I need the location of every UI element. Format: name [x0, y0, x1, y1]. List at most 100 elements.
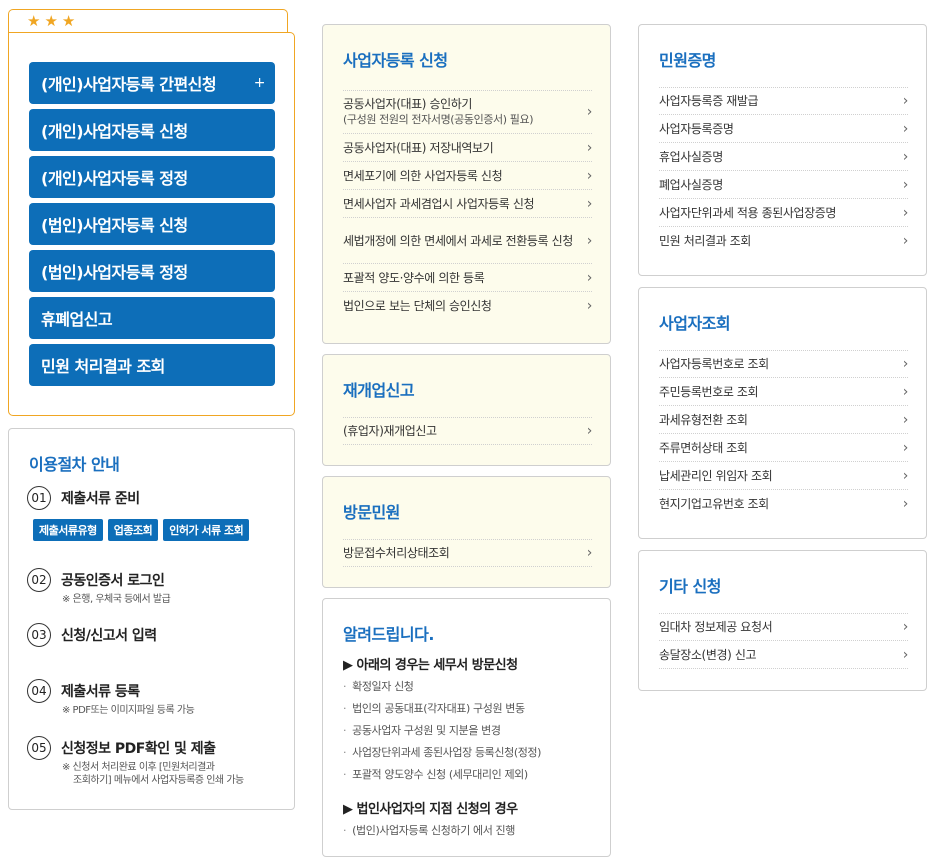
item-label: 송달장소(변경) 신고 [659, 647, 757, 662]
list-item[interactable]: 면세포기에 의한 사업자등록 신청 › [343, 162, 592, 190]
chevron-right-icon: › [586, 423, 593, 439]
item-label: 주민등록번호로 조회 [659, 384, 759, 399]
item-label: 면세사업자 과세겸업시 사업자등록 신청 [343, 196, 535, 211]
result-lookup-button[interactable]: 민원 처리결과 조회 [29, 344, 275, 386]
list-item[interactable]: 사업자등록번호로 조회 › [659, 350, 908, 378]
list-item[interactable]: (휴업자)재개업신고 › [343, 417, 592, 445]
document-type-button[interactable]: 제출서류유형 [33, 519, 103, 541]
list-item[interactable]: 민원 처리결과 조회 › [659, 227, 908, 255]
list-item[interactable]: 임대차 정보제공 요청서 › [659, 613, 908, 641]
chevron-right-icon: › [902, 204, 909, 221]
procedure-guide-panel: 이용절차 안내 01 제출서류 준비 제출서류유형 업종조회 인허가 서류 조회 … [8, 428, 295, 810]
list-item[interactable]: 폐업사실증명 › [659, 171, 908, 199]
button-label: (법인)사업자등록 정정 [41, 263, 188, 282]
simple-registration-button[interactable]: (개인)사업자등록 간편신청 + [29, 62, 275, 104]
individual-registration-button[interactable]: (개인)사업자등록 신청 [29, 109, 275, 151]
list-item[interactable]: 현지기업고유번호 조회 › [659, 490, 908, 518]
list-item[interactable]: 포괄적 양도·양수에 의한 등록 › [343, 264, 592, 292]
favorites-stars: ★ ★ ★ [27, 14, 75, 29]
chevron-right-icon: › [902, 148, 909, 165]
notice-box: 알려드립니다. ▶ 아래의 경우는 세무서 방문신청 확정일자 신청 법인의 공… [322, 598, 611, 857]
list-item[interactable]: 법인으로 보는 단체의 승인신청 › [343, 292, 592, 320]
other-title: 기타 신청 [659, 577, 721, 596]
step-3: 03 신청/신고서 입력 [27, 623, 157, 647]
visit-list: 방문접수처리상태조회 › [343, 539, 592, 567]
list-item[interactable]: 공동사업자(대표) 저장내역보기 › [343, 134, 592, 162]
chevron-right-icon: › [586, 269, 593, 286]
visit-title: 방문민원 [343, 503, 400, 522]
reopen-title: 재개업신고 [343, 381, 415, 400]
list-item[interactable]: 공동사업자(대표) 승인하기 (구성원 전원의 전자서명(공동인증서) 필요) › [343, 90, 592, 134]
corporate-registration-button[interactable]: (법인)사업자등록 신청 [29, 203, 275, 245]
plus-icon[interactable]: + [254, 75, 266, 91]
certificate-list: 사업자등록증 재발급 › 사업자등록증명 › 휴업사실증명 › 폐업사실증명 › 사업자… [659, 87, 908, 255]
favorites-list: (개인)사업자등록 간편신청 + (개인)사업자등록 신청 (개인)사업자등록 … [29, 62, 275, 391]
permit-lookup-button[interactable]: 인허가 서류 조회 [163, 519, 250, 541]
list-item[interactable]: 사업자등록증 재발급 › [659, 87, 908, 115]
list-item[interactable]: 면세사업자 과세겸업시 사업자등록 신청 › [343, 190, 592, 218]
item-label: 납세관리인 위임자 조회 [659, 468, 773, 483]
step-2: 02 공동인증서 로그인 ※ 은행, 우체국 등에서 발급 [27, 568, 171, 606]
corporate-correction-button[interactable]: (법인)사업자등록 정정 [29, 250, 275, 292]
step-number: 04 [27, 679, 51, 703]
lookup-title: 사업자조회 [659, 314, 731, 333]
item-label: 사업자등록증명 [659, 121, 734, 136]
list-item[interactable]: 과세유형전환 조회 › [659, 406, 908, 434]
favorites-tab: ★ ★ ★ [8, 9, 288, 33]
button-label: (개인)사업자등록 정정 [41, 169, 188, 188]
favorites-panel: (개인)사업자등록 간편신청 + (개인)사업자등록 신청 (개인)사업자등록 … [8, 32, 295, 416]
item-label: 사업자등록증 재발급 [659, 94, 759, 108]
step-note: ※ 신청서 처리완료 이후 [민원처리결과 [62, 762, 215, 773]
step-title: 공동인증서 로그인 [61, 573, 165, 589]
item-text: 공동사업자(대표) 승인하기 [343, 97, 473, 111]
step-title: 신청정보 PDF확인 및 제출 [61, 741, 216, 757]
visit-box: 방문민원 방문접수처리상태조회 › [322, 476, 611, 588]
button-label: 민원 처리결과 조회 [41, 357, 165, 376]
item-label: 방문접수처리상태조회 [343, 546, 450, 560]
list-item[interactable]: 납세관리인 위임자 조회 › [659, 462, 908, 490]
lookup-list: 사업자등록번호로 조회 › 주민등록번호로 조회 › 과세유형전환 조회 › 주류면허… [659, 350, 908, 518]
individual-correction-button[interactable]: (개인)사업자등록 정정 [29, 156, 275, 198]
chevron-right-icon: › [902, 356, 909, 372]
item-label: 주류면허상태 조회 [659, 440, 748, 455]
step-number: 03 [27, 623, 51, 647]
notice-section-2: ▶ 법인사업자의 지점 신청의 경우 [343, 802, 518, 817]
item-label: 포괄적 양도·양수에 의한 등록 [343, 270, 485, 285]
list-item[interactable]: 사업자단위과세 적용 종된사업장증명 › [659, 199, 908, 227]
item-label: 사업자단위과세 적용 종된사업장증명 [659, 205, 837, 220]
chevron-right-icon: › [586, 139, 593, 156]
notice-section-1: ▶ 아래의 경우는 세무서 방문신청 [343, 658, 518, 673]
list-item[interactable]: 사업자등록증명 › [659, 115, 908, 143]
notice-item: 확정일자 신청 [343, 676, 541, 698]
chevron-right-icon: › [902, 383, 909, 400]
step-4: 04 제출서류 등록 ※ PDF또는 이미지파일 등록 가능 [27, 679, 195, 717]
star-icon: ★ [61, 12, 76, 30]
list-item[interactable]: 주류면허상태 조회 › [659, 434, 908, 462]
chevron-right-icon: › [902, 439, 909, 456]
step-number: 02 [27, 568, 51, 592]
chevron-right-icon: › [902, 411, 909, 428]
list-item[interactable]: 송달장소(변경) 신고 › [659, 641, 908, 669]
step-note: 조회하기] 메뉴에서 사업자등록증 인쇄 가능 [73, 775, 244, 786]
list-item[interactable]: 주민등록번호로 조회 › [659, 378, 908, 406]
other-list: 임대차 정보제공 요청서 › 송달장소(변경) 신고 › [659, 613, 908, 669]
list-item[interactable]: 방문접수처리상태조회 › [343, 539, 592, 567]
step-note: ※ 은행, 우체국 등에서 발급 [62, 594, 171, 605]
step-title: 제출서류 등록 [61, 684, 140, 700]
list-item[interactable]: 휴업사실증명 › [659, 143, 908, 171]
certificate-title: 민원증명 [659, 51, 716, 70]
chevron-right-icon: › [586, 545, 593, 561]
step-1: 01 제출서류 준비 [27, 486, 140, 510]
step-title: 신청/신고서 입력 [61, 628, 157, 644]
item-label: 현지기업고유번호 조회 [659, 497, 769, 511]
chevron-right-icon: › [902, 120, 909, 137]
notice-item: 법인의 공동대표(각자대표) 구성원 변동 [343, 698, 541, 720]
list-item[interactable]: 세법개정에 의한 면세에서 과세로 전환등록 신청 › [343, 218, 592, 264]
closure-report-button[interactable]: 휴폐업신고 [29, 297, 275, 339]
item-label: 민원 처리결과 조회 [659, 234, 751, 248]
industry-lookup-button[interactable]: 업종조회 [107, 519, 159, 541]
notice-item: 포괄적 양도양수 신청 (세무대리인 제외) [343, 764, 541, 786]
step-note: ※ PDF또는 이미지파일 등록 가능 [62, 705, 195, 716]
item-label: 법인으로 보는 단체의 승인신청 [343, 299, 492, 313]
item-label: 임대차 정보제공 요청서 [659, 620, 773, 634]
